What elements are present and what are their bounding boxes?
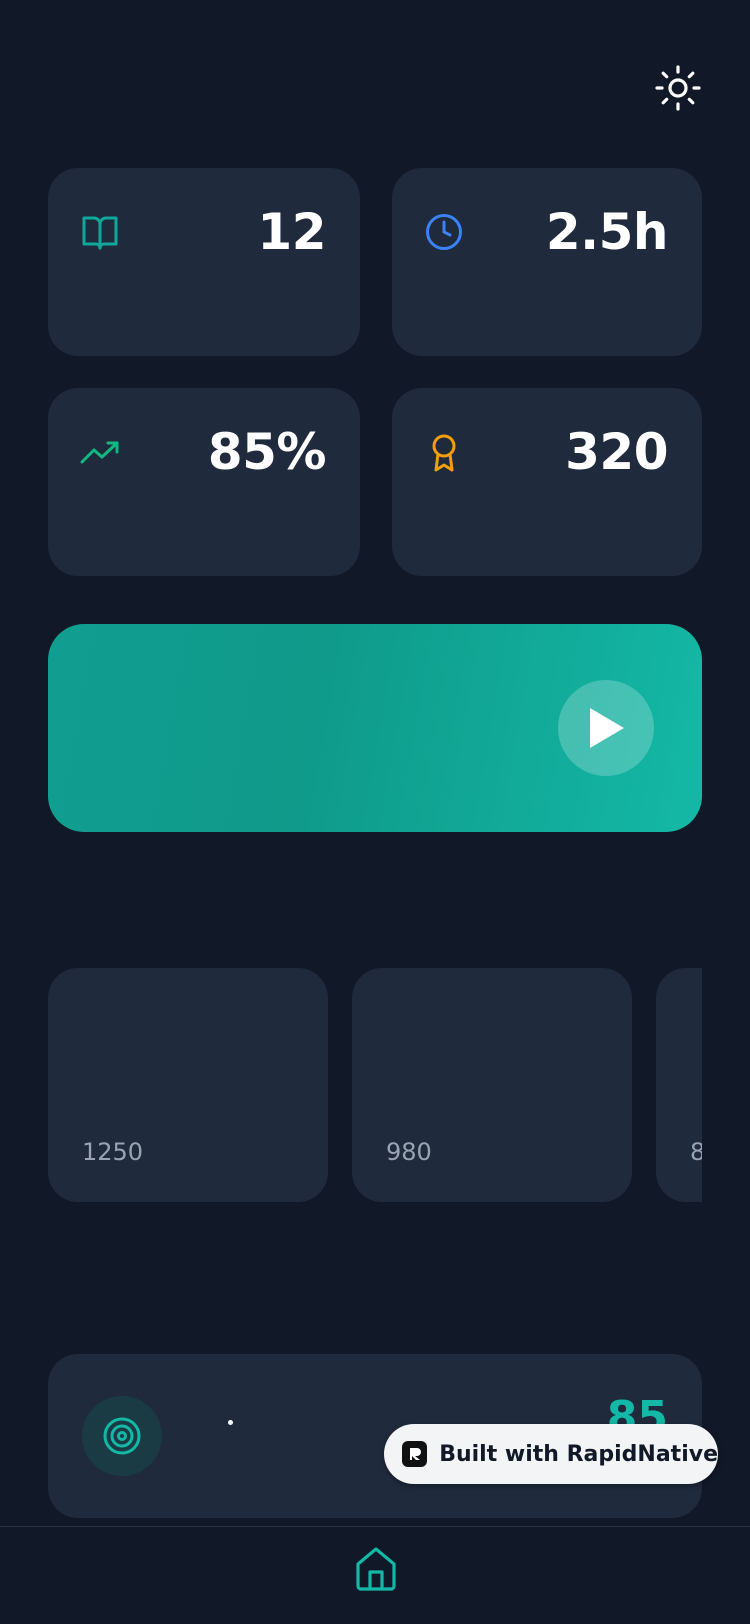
target-icon	[103, 1417, 141, 1455]
built-with-badge[interactable]: Built with RapidNative	[384, 1424, 718, 1484]
theme-toggle-button[interactable]	[650, 60, 706, 116]
tab-home[interactable]	[350, 1543, 402, 1595]
rapidnative-logo-icon	[402, 1441, 428, 1467]
stat-card-accuracy[interactable]: 85%	[48, 388, 360, 576]
leaderboard-score: 1250	[82, 1138, 144, 1166]
leaderboard-score: 980	[386, 1138, 432, 1166]
stat-card-time[interactable]: 2.5h	[392, 168, 702, 356]
award-icon	[432, 434, 456, 472]
stat-value: 85%	[207, 423, 327, 481]
leaderboard-scroller[interactable]: 1250 980 8	[48, 968, 702, 1204]
leaderboard-score: 8	[690, 1138, 702, 1166]
play-icon	[590, 708, 624, 748]
goal-icon-container	[82, 1396, 162, 1476]
progress-dot	[228, 1420, 233, 1425]
stat-card-points[interactable]: 320	[392, 388, 702, 576]
app-screen: 12 2.5h 85% 320 1250 980 8 85 Built with…	[0, 0, 750, 1624]
leaderboard-card[interactable]: 980	[352, 968, 632, 1202]
clock-icon	[426, 214, 462, 250]
leaderboard-card[interactable]: 8	[656, 968, 702, 1202]
stat-value: 320	[565, 423, 668, 481]
featured-lesson-banner[interactable]	[48, 624, 702, 832]
stat-value: 2.5h	[545, 203, 669, 261]
sun-icon	[655, 65, 701, 111]
bottom-tab-bar	[0, 1526, 750, 1624]
stat-value: 12	[257, 203, 326, 261]
book-open-icon	[82, 216, 118, 250]
home-icon	[356, 1547, 396, 1591]
built-with-label: Built with RapidNative	[439, 1441, 718, 1467]
leaderboard-card[interactable]: 1250	[48, 968, 328, 1202]
trending-up-icon	[80, 441, 119, 464]
stat-card-lessons[interactable]: 12	[48, 168, 360, 356]
play-button[interactable]	[558, 680, 654, 776]
